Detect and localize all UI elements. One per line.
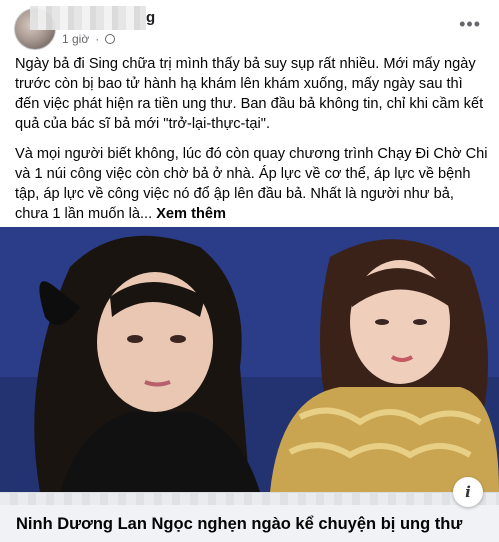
globe-icon (105, 34, 116, 44)
info-icon[interactable]: i (453, 477, 483, 507)
photo-illustration (0, 227, 499, 492)
post-header: g 1 giờ · ••• (0, 0, 499, 56)
post-time[interactable]: 1 giờ (62, 32, 89, 46)
link-caption[interactable]: Ninh Dương Lan Ngọc nghẹn ngào kể chuyện… (16, 515, 462, 534)
post-photo[interactable] (0, 227, 499, 492)
post-meta: 1 giờ · (62, 32, 116, 46)
author-name[interactable]: g (146, 9, 155, 26)
post-paragraph-2: Và mọi người biết không, lúc đó còn quay… (15, 146, 488, 222)
post-paragraph-1: Ngày bả đi Sing chữa trị mình thấy bả su… (15, 56, 484, 132)
post-text: Ngày bả đi Sing chữa trị mình thấy bả su… (15, 54, 490, 234)
see-more-link[interactable]: Xem thêm (156, 206, 226, 222)
more-options-icon[interactable]: ••• (459, 14, 481, 35)
link-domain-redacted (0, 493, 499, 505)
author-name-redacted (30, 6, 146, 30)
link-preview[interactable]: Ninh Dương Lan Ngọc nghẹn ngào kể chuyện… (0, 492, 499, 542)
